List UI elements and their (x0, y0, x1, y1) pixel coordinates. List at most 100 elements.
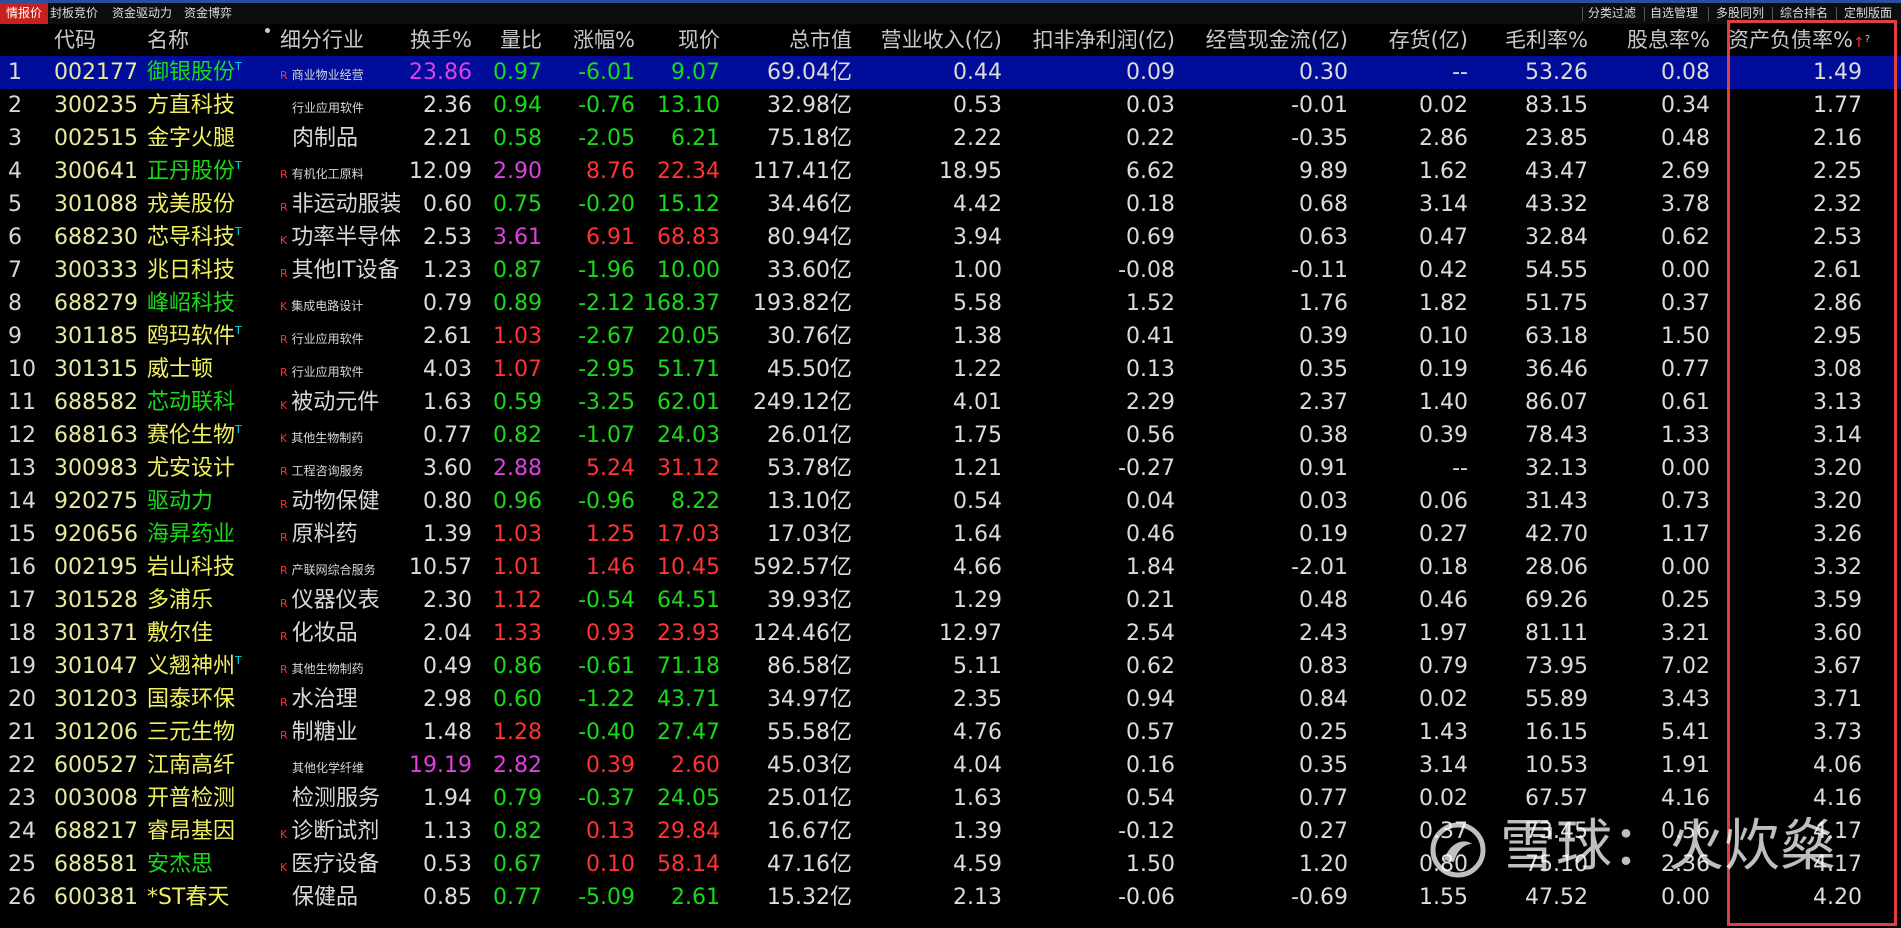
stock-name[interactable]: 芯导科技 T (147, 221, 265, 254)
header-cash-flow[interactable]: 经营现金流(亿) (1180, 24, 1348, 56)
table-row[interactable]: 23 003008 开普检测 检测服务 1.94 0.79 -0.37 24.05 25.01亿… (0, 782, 1901, 815)
stock-name[interactable]: 驱动力 (147, 485, 265, 518)
stock-name[interactable]: 义翘神州 T (147, 650, 265, 683)
change-value: -0.96 (578, 489, 635, 514)
stock-name[interactable]: 多浦乐 (147, 584, 265, 617)
tab-fund-drive[interactable]: 资金驱动力 (106, 3, 178, 24)
header-net-profit[interactable]: 扣非净利润(亿) (1010, 24, 1175, 56)
header-change[interactable]: 涨幅% (555, 24, 635, 56)
market-cap-value: 32.98亿 (767, 93, 852, 118)
change-value: 8.76 (586, 159, 635, 184)
price-value: 10.00 (657, 258, 720, 283)
tab-quote[interactable]: 情报价 (0, 3, 49, 24)
table-row[interactable]: 3 002515 金字火腿 肉制品 2.21 0.58 -2.05 6.21 75.18亿 2.2… (0, 122, 1901, 155)
stock-name[interactable]: 威士顿 (147, 353, 265, 386)
change-value: -5.09 (578, 885, 635, 910)
turnover-value: 0.77 (423, 423, 472, 448)
table-row[interactable]: 5 301088 戎美股份 R 非运动服装 0.60 0.75 -0.20 15.12 34.46… (0, 188, 1901, 221)
table-row[interactable]: 16 002195 岩山科技 R 产联网综合服务 10.57 1.01 1.46 10.45 59… (0, 551, 1901, 584)
table-row[interactable]: 8 688279 峰岹科技 K 集成电路设计 0.79 0.89 -2.12 168.37 193… (0, 287, 1901, 320)
help-icon[interactable]: ? (1865, 34, 1870, 45)
change-value: -3.25 (578, 390, 635, 415)
table-row[interactable]: 14 920275 驱动力 R 动物保健 0.80 0.96 -0.96 8.22 13.10亿 0… (0, 485, 1901, 518)
table-row[interactable]: 4 300641 正丹股份 T R 有机化工原料 12.09 2.90 8.76 22.34 117… (0, 155, 1901, 188)
header-code[interactable]: 代码 (54, 24, 96, 56)
table-row[interactable]: 13 300983 尤安设计 R 工程咨询服务 3.60 2.88 5.24 31.12 53.7… (0, 452, 1901, 485)
row-index: 13 (8, 456, 36, 481)
tab-category-filter[interactable]: 分类过滤 (1588, 3, 1636, 24)
table-row[interactable]: 26 600381 *ST春天 保健品 0.85 0.77 -5.09 2.61 15.32亿 2… (0, 881, 1901, 914)
header-price[interactable]: 现价 (640, 24, 720, 56)
stock-name[interactable]: 尤安设计 (147, 452, 265, 485)
header-revenue[interactable]: 营业收入(亿) (870, 24, 1002, 56)
tab-ranking[interactable]: 综合排名 (1780, 3, 1828, 24)
stock-name[interactable]: 三元生物 (147, 716, 265, 749)
table-row[interactable]: 11 688582 芯动联科 K 被动元件 1.63 0.59 -3.25 62.01 249.1… (0, 386, 1901, 419)
stock-name[interactable]: 峰岹科技 (147, 287, 265, 320)
header-industry[interactable]: 细分行业 (280, 24, 364, 56)
table-row[interactable]: 20 301203 国泰环保 R 水治理 2.98 0.60 -1.22 43.71 34.97亿… (0, 683, 1901, 716)
table-row[interactable]: 7 300333 兆日科技 R 其他IT设备 1.23 0.87 -1.96 10.00 33.6… (0, 254, 1901, 287)
stock-name[interactable]: 方直科技 (147, 89, 265, 122)
header-dividend[interactable]: 股息率% (1600, 24, 1710, 56)
header-vol-ratio[interactable]: 量比 (480, 24, 542, 56)
net-profit-value: 2.29 (1126, 390, 1175, 415)
market-cap-value: 25.01亿 (767, 786, 852, 811)
vol-ratio-value: 0.97 (493, 60, 542, 85)
header-debt-ratio[interactable]: 资产负债率%↑? (1728, 24, 1870, 56)
table-row[interactable]: 2 300235 方直科技 行业应用软件 2.36 0.94 -0.76 13.10 32.98… (0, 89, 1901, 122)
stock-name[interactable]: *ST春天 (147, 881, 265, 914)
row-index: 22 (8, 753, 36, 778)
market-cap-value: 34.46亿 (767, 192, 852, 217)
inventory-value: 0.06 (1419, 489, 1468, 514)
table-row[interactable]: 12 688163 赛伦生物 T K 其他生物制药 0.77 0.82 -1.07 24.03 26… (0, 419, 1901, 452)
table-row[interactable]: 18 301371 敷尔佳 R 化妆品 2.04 1.33 0.93 23.93 124.46亿 1… (0, 617, 1901, 650)
header-turnover[interactable]: 换手% (400, 24, 472, 56)
stock-name[interactable]: 正丹股份 T (147, 155, 265, 188)
stock-name[interactable]: 开普检测 (147, 782, 265, 815)
dividend-value: 0.34 (1661, 93, 1710, 118)
tab-watchlist-manage[interactable]: 自选管理 (1650, 3, 1698, 24)
header-gross-margin[interactable]: 毛利率% (1480, 24, 1588, 56)
table-row[interactable]: 19 301047 义翘神州 T R 其他生物制药 0.49 0.86 -0.61 71.18 86… (0, 650, 1901, 683)
stock-name[interactable]: 芯动联科 (147, 386, 265, 419)
stock-name[interactable]: 海昇药业 (147, 518, 265, 551)
stock-name[interactable]: 安杰思 (147, 848, 265, 881)
row-index: 14 (8, 489, 36, 514)
stock-name[interactable]: 国泰环保 (147, 683, 265, 716)
stock-name[interactable]: 敷尔佳 (147, 617, 265, 650)
industry-cell: R 行业应用软件 (280, 353, 400, 386)
tab-custom-layout[interactable]: 定制版面 (1844, 3, 1892, 24)
tab-fund-game[interactable]: 资金博弈 (178, 3, 238, 24)
tab-multi-stock[interactable]: 多股同列 (1716, 3, 1764, 24)
stock-name[interactable]: 江南高纤 (147, 749, 265, 782)
row-index: 16 (8, 555, 36, 580)
stock-name[interactable]: 鸥玛软件 T (147, 320, 265, 353)
table-row[interactable]: 6 688230 芯导科技 T K 功率半导体 2.53 3.61 6.91 68.83 80.94… (0, 221, 1901, 254)
net-profit-value: 0.13 (1126, 357, 1175, 382)
stock-name[interactable]: 金字火腿 (147, 122, 265, 155)
table-row[interactable]: 17 301528 多浦乐 R 仪器仪表 2.30 1.12 -0.54 64.51 39.93亿… (0, 584, 1901, 617)
stock-name[interactable]: 睿昂基因 (147, 815, 265, 848)
change-value: -1.07 (578, 423, 635, 448)
header-name[interactable]: 名称 (147, 24, 189, 56)
vol-ratio-value: 2.82 (493, 753, 542, 778)
table-row[interactable]: 22 600527 江南高纤 其他化学纤维 19.19 2.82 0.39 2.60 45.03… (0, 749, 1901, 782)
stock-name[interactable]: 御银股份 T (147, 56, 265, 89)
turnover-value: 1.94 (423, 786, 472, 811)
dividend-value: 0.77 (1661, 357, 1710, 382)
table-row[interactable]: 15 920656 海昇药业 R 原料药 1.39 1.03 1.25 17.03 17.03亿 1… (0, 518, 1901, 551)
header-inventory[interactable]: 存货(亿) (1360, 24, 1468, 56)
stock-name[interactable]: 赛伦生物 T (147, 419, 265, 452)
table-row[interactable]: 9 301185 鸥玛软件 T R 行业应用软件 2.61 1.03 -2.67 20.05 30.… (0, 320, 1901, 353)
industry-label: 产联网综合服务 (291, 563, 376, 577)
header-market-cap[interactable]: 总市值 (730, 24, 852, 56)
stock-name[interactable]: 戎美股份 (147, 188, 265, 221)
gross-margin-value: 32.84 (1525, 225, 1588, 250)
table-row[interactable]: 21 301206 三元生物 R 制糖业 1.48 1.28 -0.40 27.47 55.58亿… (0, 716, 1901, 749)
stock-name[interactable]: 兆日科技 (147, 254, 265, 287)
table-row[interactable]: 1 002177 御银股份 T R 商业物业经营 23.86 0.97 -6.01 9.07 69.… (0, 56, 1901, 89)
table-row[interactable]: 10 301315 威士顿 R 行业应用软件 4.03 1.07 -2.95 51.71 45.5… (0, 353, 1901, 386)
tab-limit-auction[interactable]: 封板竞价 (44, 3, 104, 24)
stock-name[interactable]: 岩山科技 (147, 551, 265, 584)
